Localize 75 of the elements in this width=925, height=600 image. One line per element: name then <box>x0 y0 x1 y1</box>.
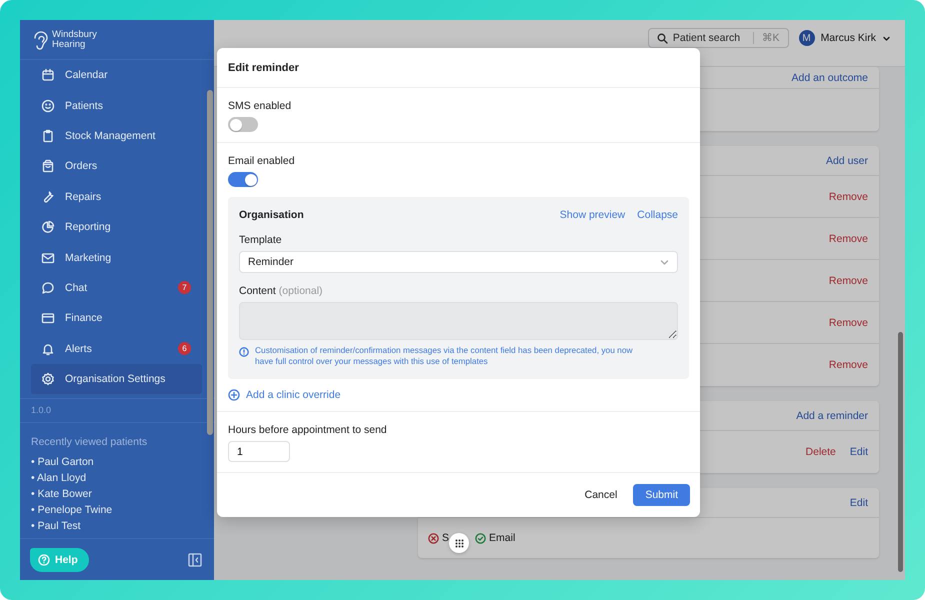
nav-item[interactable]: Chat 7 <box>31 272 202 304</box>
submit-button[interactable]: Submit <box>633 484 690 506</box>
action-link[interactable]: Show preview <box>560 209 626 221</box>
speech-bubble-icon <box>41 280 55 295</box>
nav-item[interactable]: Marketing <box>31 242 202 273</box>
scrollbar[interactable] <box>898 332 903 572</box>
action-link[interactable]: Edit <box>850 496 868 508</box>
nav-item[interactable]: Patients <box>31 90 202 121</box>
question-circle-icon <box>38 554 50 566</box>
chevron-down-icon <box>660 258 669 266</box>
action-link[interactable]: Add user <box>826 154 868 166</box>
nav-item[interactable]: Alerts 6 <box>31 334 202 364</box>
collapse-sidebar-icon <box>188 552 202 566</box>
action-link[interactable]: Remove <box>828 190 868 202</box>
action-link[interactable]: Remove <box>828 359 868 371</box>
envelope-icon <box>41 250 55 265</box>
toggle-switch[interactable] <box>228 172 258 187</box>
nav-item[interactable]: Repairs <box>31 182 202 212</box>
bag-icon <box>41 159 55 174</box>
credit-card-icon <box>41 311 55 326</box>
nav-item[interactable]: Reporting <box>31 212 202 242</box>
add-override-link[interactable]: Add a clinic override <box>228 389 689 401</box>
count-badge: 7 <box>178 281 191 294</box>
ear-icon <box>32 28 48 50</box>
status-label: Email <box>489 532 516 544</box>
action-link[interactable]: Edit <box>850 446 868 458</box>
search-icon <box>656 32 668 44</box>
shortcut-hint: ⌘K <box>753 32 788 44</box>
action-link[interactable]: Collapse <box>637 209 678 221</box>
wrench-icon <box>41 190 55 204</box>
brand-logo-text: Windsbury Hearing <box>52 30 97 50</box>
panel-title: Organisation <box>239 209 304 221</box>
section-heading: Recently viewed patients <box>30 435 148 450</box>
template-dropdown[interactable]: Reminder <box>239 251 678 273</box>
action-link[interactable]: Remove <box>828 316 868 328</box>
clipboard-icon <box>41 128 55 143</box>
nav-item[interactable]: Stock Management <box>31 120 202 152</box>
calendar-icon <box>41 68 55 82</box>
count-badge: 6 <box>178 342 191 356</box>
smiley-icon <box>41 98 55 113</box>
field-label: Template <box>239 234 283 246</box>
bell-icon <box>41 342 55 356</box>
hours-input[interactable]: 1 <box>228 441 290 462</box>
plus-circle-icon <box>228 389 240 401</box>
field-label: Hours before appointment to send <box>228 424 388 436</box>
dot-grid-icon <box>454 538 464 548</box>
action-link[interactable]: Add an outcome <box>792 72 868 84</box>
scrollbar[interactable] <box>207 90 213 435</box>
action-link[interactable]: Delete <box>806 446 836 458</box>
pie-chart-icon <box>41 220 55 234</box>
user-menu[interactable]: M Marcus Kirk <box>798 28 891 48</box>
optional-hint: (optional) <box>278 285 323 297</box>
field-label: Content <box>239 285 276 297</box>
nav-item[interactable]: Calendar <box>31 60 202 90</box>
nav-item[interactable]: Orders <box>31 151 202 182</box>
field-label: Email enabled <box>228 155 296 167</box>
cancel-button[interactable]: Cancel <box>584 485 618 505</box>
patient-link[interactable]: • Paul Garton <box>31 454 203 470</box>
toggle-switch[interactable] <box>228 117 258 132</box>
patient-link[interactable]: • Paul Test <box>31 518 203 534</box>
status-label: S <box>442 532 450 544</box>
info-message: Customisation of reminder/confirmation messages via the content field has been deprecated, you now have full control over your messages with this use of templates <box>255 345 634 367</box>
nav-item[interactable]: Organisation Settings <box>31 364 202 394</box>
action-link[interactable]: Add a reminder <box>796 410 868 422</box>
patient-link[interactable]: • Kate Bower <box>31 486 203 502</box>
action-link[interactable]: Remove <box>828 232 868 244</box>
field-label: SMS enabled <box>228 100 292 112</box>
modal-title: Edit reminder <box>228 62 299 74</box>
patient-link[interactable]: • Alan Lloyd <box>31 470 203 486</box>
gear-icon <box>41 372 55 386</box>
patient-link[interactable]: • Penelope Twine <box>31 502 203 518</box>
action-link[interactable]: Remove <box>828 274 868 286</box>
avatar: M <box>798 30 815 46</box>
info-icon <box>239 347 249 357</box>
nav-item[interactable]: Finance <box>31 303 202 334</box>
